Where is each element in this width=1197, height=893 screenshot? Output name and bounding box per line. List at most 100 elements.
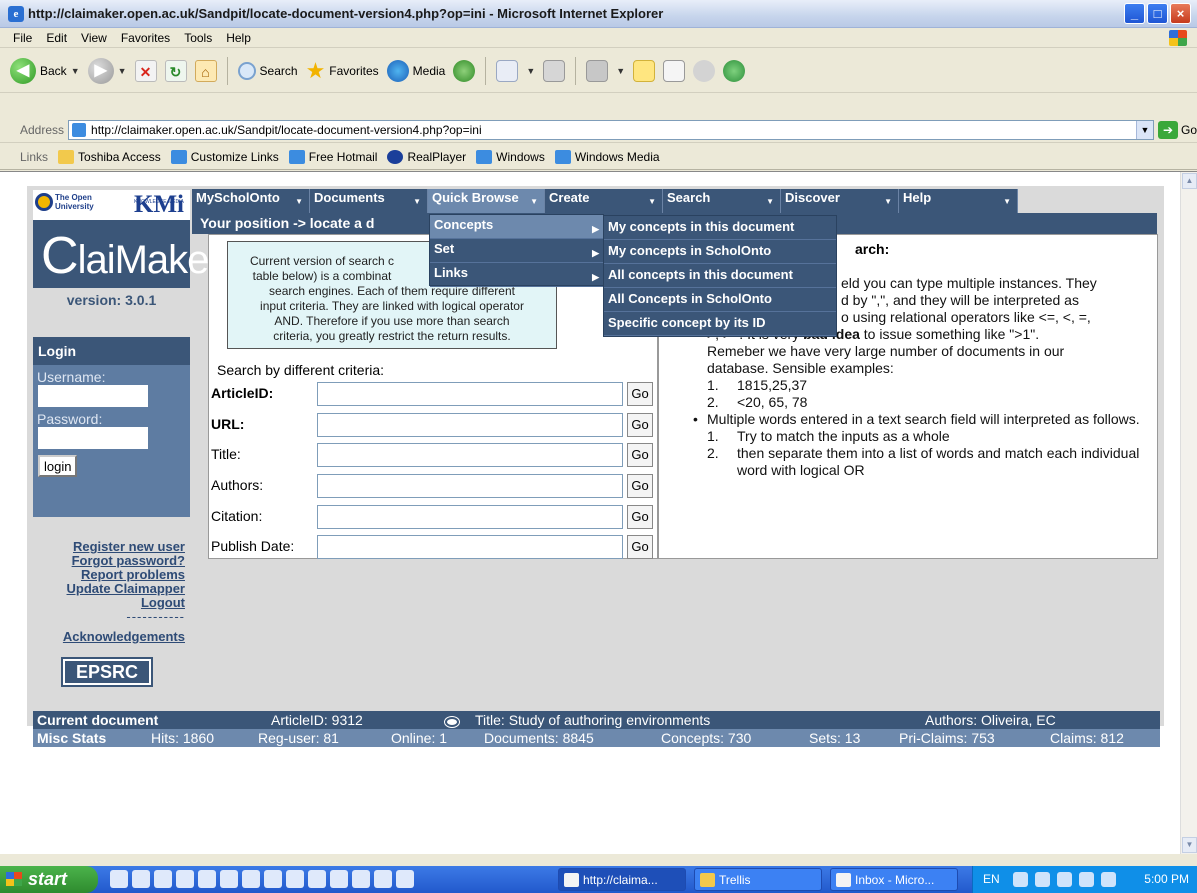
task-trellis[interactable]: Trellis [694, 868, 822, 891]
menu-help[interactable]: Help [219, 31, 258, 45]
address-input[interactable]: http://claimaker.open.ac.uk/Sandpit/loca… [68, 119, 1154, 140]
articleid-go-button[interactable]: Go [627, 382, 653, 406]
quick-launch-icon[interactable] [330, 870, 348, 888]
authors-go-button[interactable]: Go [627, 474, 653, 498]
messenger-icon[interactable] [723, 59, 746, 82]
epsrc-logo[interactable]: EPSRC [61, 657, 153, 687]
acknowledgements-link[interactable]: Acknowledgements [33, 630, 185, 644]
notes-icon[interactable] [633, 59, 656, 82]
quick-launch-icon[interactable] [352, 870, 370, 888]
url-input[interactable] [317, 413, 623, 437]
quick-launch-icon[interactable] [396, 870, 414, 888]
register-link[interactable]: Register new user [33, 540, 185, 554]
nav-help[interactable]: Help ▼ [899, 189, 1018, 213]
quick-launch-icon[interactable] [220, 870, 238, 888]
current-document-title[interactable]: Title: Study of authoring environments [475, 711, 710, 729]
logout-link[interactable]: Logout [33, 596, 185, 610]
tray-icon[interactable] [1057, 872, 1072, 887]
quick-launch-icon[interactable] [154, 870, 172, 888]
maximize-button[interactable]: □ [1147, 3, 1168, 24]
submenu-all-concepts-scholonto[interactable]: All Concepts in ScholOnto [604, 288, 836, 312]
menu-item-concepts[interactable]: Concepts ▶ [430, 215, 603, 239]
url-go-button[interactable]: Go [627, 413, 653, 437]
link-windows[interactable]: Windows [476, 149, 545, 164]
link-realplayer[interactable]: RealPlayer [387, 149, 466, 164]
link-windows-media[interactable]: Windows Media [554, 149, 660, 164]
open-university-logo[interactable]: The Open University [35, 193, 95, 211]
mail-icon[interactable] [496, 59, 519, 82]
task-inbox[interactable]: Inbox - Micro... [830, 868, 958, 891]
start-button[interactable]: start [0, 866, 98, 893]
quick-launch-icon[interactable] [110, 870, 128, 888]
discuss-icon[interactable] [693, 59, 716, 82]
articleid-input[interactable] [317, 382, 623, 406]
forward-button[interactable]: ▶ ▼ [87, 57, 127, 84]
nav-quick-browse[interactable]: Quick Browse ▼ [428, 189, 545, 213]
favorites-button[interactable]: ★ Favorites [306, 58, 379, 84]
network-icon[interactable] [1101, 872, 1116, 887]
submenu-all-concepts-doc[interactable]: All concepts in this document [604, 264, 836, 288]
chevron-down-icon[interactable]: ▼ [1135, 120, 1153, 139]
tray-icon[interactable] [1079, 872, 1094, 887]
report-problems-link[interactable]: Report problems [33, 568, 185, 582]
help-tray-icon[interactable] [1013, 872, 1028, 887]
menu-item-links[interactable]: Links ▶ [430, 263, 603, 287]
quick-launch-icon[interactable] [176, 870, 194, 888]
link-free-hotmail[interactable]: Free Hotmail [288, 149, 377, 164]
quick-launch-icon[interactable] [242, 870, 260, 888]
print-icon[interactable] [543, 59, 566, 82]
scroll-down-arrow-icon[interactable]: ▼ [1182, 837, 1197, 853]
quick-launch-icon[interactable] [132, 870, 150, 888]
submenu-my-concepts-scholonto[interactable]: My concepts in ScholOnto [604, 240, 836, 264]
menu-view[interactable]: View [74, 31, 114, 45]
menu-item-set[interactable]: Set ▶ [430, 239, 603, 263]
language-indicator[interactable]: EN [983, 866, 1000, 893]
refresh-icon[interactable]: ↻ [164, 59, 187, 82]
menu-file[interactable]: File [6, 31, 39, 45]
scroll-up-arrow-icon[interactable]: ▲ [1182, 173, 1197, 189]
media-button[interactable]: Media [386, 59, 445, 82]
login-button[interactable]: login [38, 455, 78, 477]
nav-documents[interactable]: Documents ▼ [310, 189, 428, 213]
vertical-scrollbar[interactable]: ▲ ▼ [1180, 172, 1197, 854]
publish-date-go-button[interactable]: Go [627, 535, 653, 559]
back-button[interactable]: ◀ Back ▼ [10, 57, 80, 84]
submenu-my-concepts-doc[interactable]: My concepts in this document [604, 216, 836, 240]
username-input[interactable] [38, 385, 148, 407]
task-ie[interactable]: http://claima... [558, 868, 686, 891]
title-go-button[interactable]: Go [627, 443, 653, 467]
title-input[interactable] [317, 443, 623, 467]
history-icon[interactable] [453, 59, 476, 82]
quick-launch-icon[interactable] [374, 870, 392, 888]
minimize-button[interactable]: _ [1124, 3, 1145, 24]
menu-favorites[interactable]: Favorites [114, 31, 177, 45]
publish-date-input[interactable] [317, 535, 623, 559]
citation-input[interactable] [317, 505, 623, 529]
authors-input[interactable] [317, 474, 623, 498]
nav-myscholonto[interactable]: MyScholOnto ▼ [192, 189, 310, 213]
quick-launch-icon[interactable] [308, 870, 326, 888]
submenu-concept-by-id[interactable]: Specific concept by its ID [604, 312, 836, 336]
nav-search[interactable]: Search ▼ [663, 189, 781, 213]
tray-icon[interactable] [1035, 872, 1050, 887]
kmi-logo[interactable]: KNOWLEDGE MEDIA INSTITUTE KMi [130, 190, 188, 235]
link-customize-links[interactable]: Customize Links [170, 149, 279, 164]
citation-go-button[interactable]: Go [627, 505, 653, 529]
go-button[interactable]: ➔ Go [1157, 120, 1197, 139]
close-button[interactable]: × [1170, 3, 1191, 24]
quick-launch-icon[interactable] [198, 870, 216, 888]
forgot-password-link[interactable]: Forgot password? [33, 554, 185, 568]
menu-edit[interactable]: Edit [39, 31, 74, 45]
quick-launch-icon[interactable] [286, 870, 304, 888]
messenger-pen-icon[interactable] [663, 59, 686, 82]
home-icon[interactable]: ⌂ [194, 59, 217, 82]
nav-discover[interactable]: Discover ▼ [781, 189, 899, 213]
edit-icon[interactable] [586, 59, 609, 82]
quick-launch-icon[interactable] [264, 870, 282, 888]
password-input[interactable] [38, 427, 148, 449]
stop-icon[interactable]: ✕ [134, 59, 157, 82]
search-button[interactable]: Search [237, 61, 298, 80]
link-toshiba-access[interactable]: Toshiba Access [58, 149, 161, 164]
menu-tools[interactable]: Tools [177, 31, 219, 45]
update-claimapper-link[interactable]: Update Claimapper [33, 582, 185, 596]
